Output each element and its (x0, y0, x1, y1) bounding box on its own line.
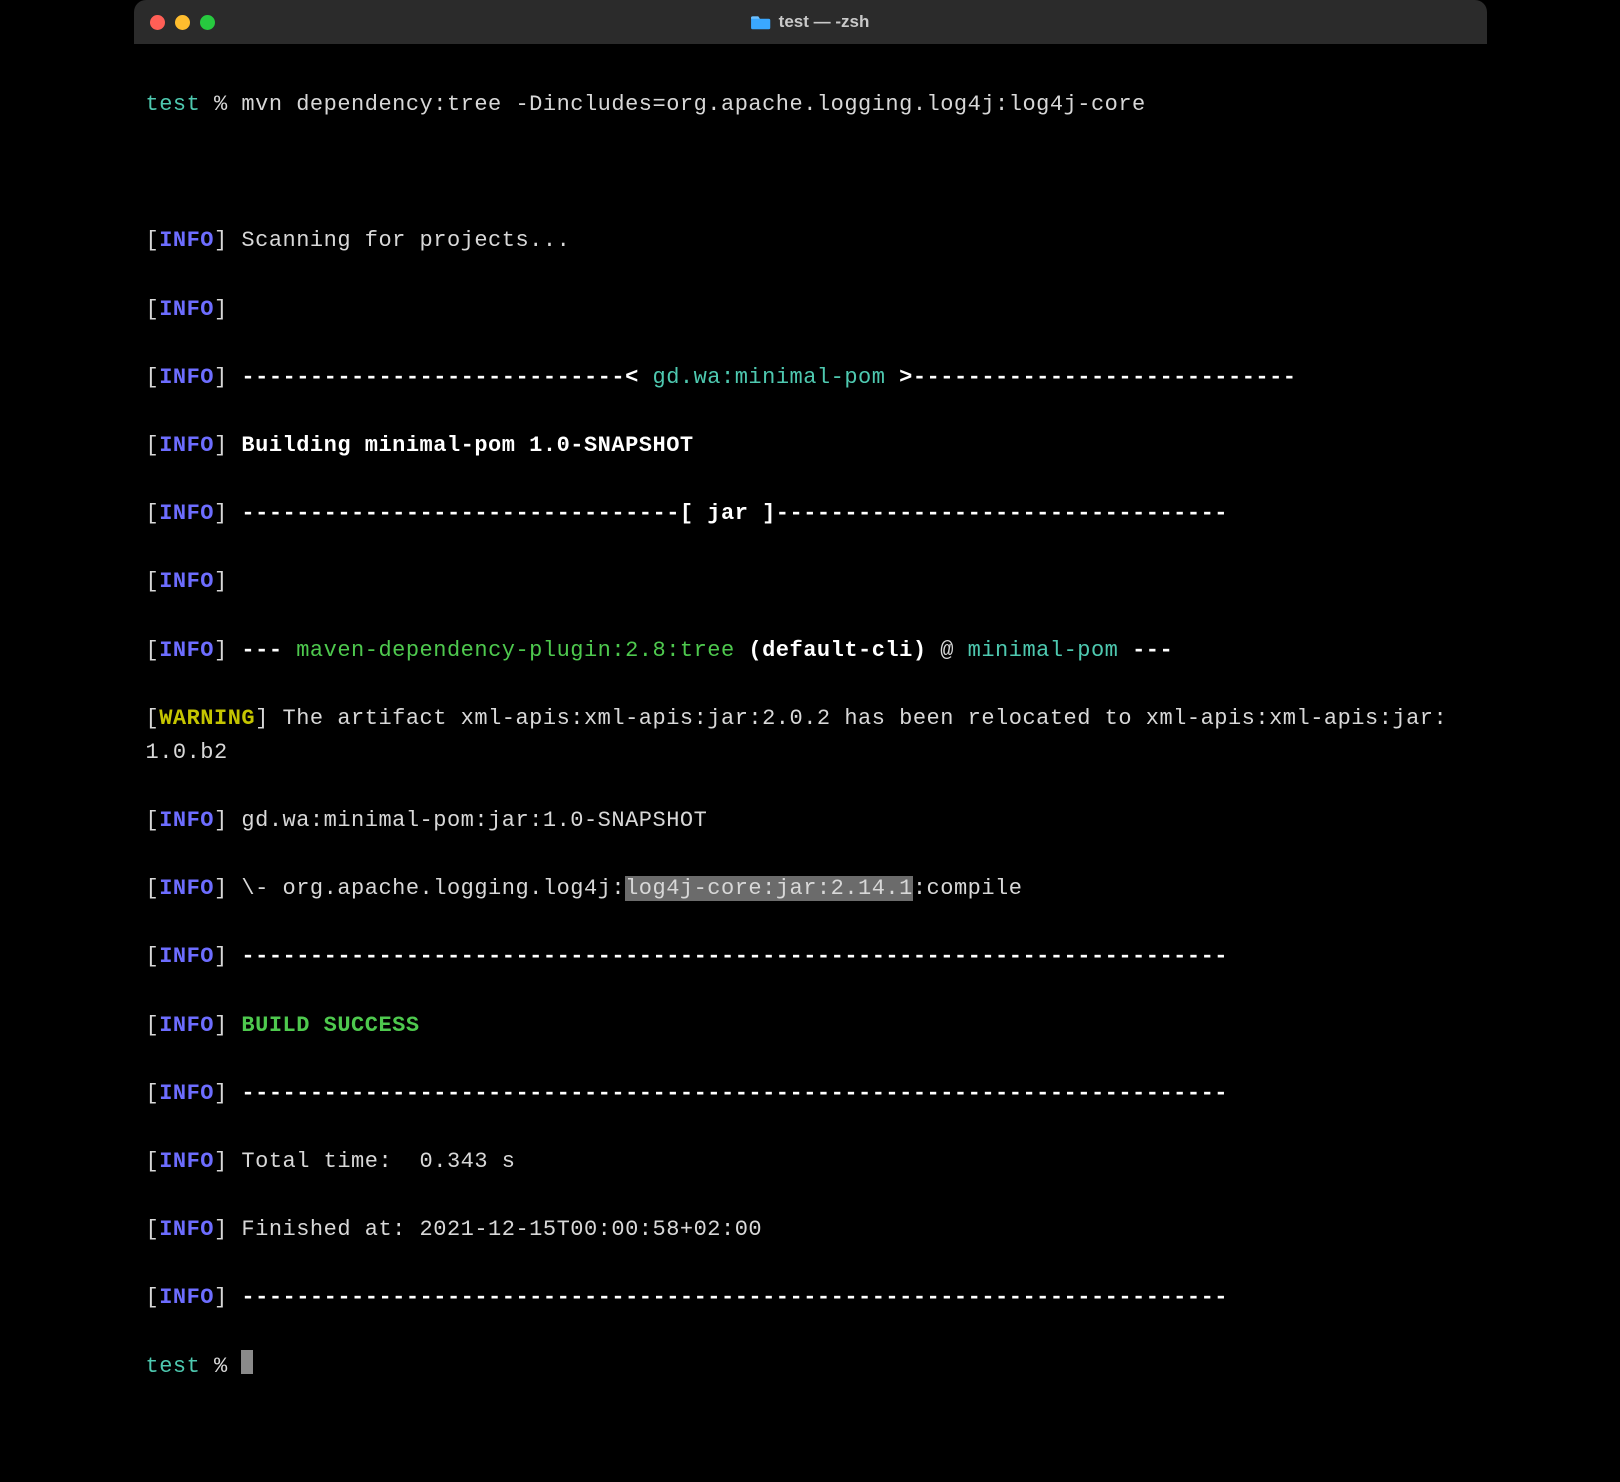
build-success: BUILD SUCCESS (241, 1013, 419, 1038)
info-tag: INFO (159, 1081, 214, 1106)
output-line: [WARNING] The artifact xml-apis:xml-apis… (146, 702, 1475, 770)
blank-line (146, 156, 1475, 190)
output-line: [INFO] BUILD SUCCESS (146, 1009, 1475, 1043)
plugin-name: maven-dependency-plugin:2.8:tree (296, 638, 734, 663)
total-time: Total time: 0.343 s (241, 1149, 515, 1174)
info-tag: INFO (159, 433, 214, 458)
output-line: [INFO] --- maven-dependency-plugin:2.8:t… (146, 634, 1475, 668)
info-tag: INFO (159, 876, 214, 901)
titlebar-title: test — -zsh (751, 12, 870, 32)
tree-root: gd.wa:minimal-pom:jar:1.0-SNAPSHOT (241, 808, 707, 833)
warning-text: The artifact xml-apis:xml-apis:jar:2.0.2… (146, 706, 1448, 765)
output-line: [INFO] \- org.apache.logging.log4j:log4j… (146, 872, 1475, 906)
window-title-text: test — -zsh (779, 12, 870, 32)
cursor (241, 1350, 253, 1374)
plugin-goal: (default-cli) (735, 638, 927, 663)
tree-child-post: :compile (913, 876, 1023, 901)
plugin-at: @ (927, 638, 968, 663)
scan-text: Scanning for projects... (241, 228, 570, 253)
output-line: [INFO] --------------------------------[… (146, 497, 1475, 531)
output-line: [INFO] gd.wa:minimal-pom:jar:1.0-SNAPSHO… (146, 804, 1475, 838)
prompt-symbol: % (214, 1354, 228, 1379)
info-tag: INFO (159, 638, 214, 663)
info-tag: INFO (159, 1149, 214, 1174)
info-tag: INFO (159, 228, 214, 253)
traffic-lights (150, 15, 215, 30)
command-text: mvn dependency:tree -Dincludes=org.apach… (241, 92, 1145, 117)
output-line: [INFO] Building minimal-pom 1.0-SNAPSHOT (146, 429, 1475, 463)
output-line: [INFO] Scanning for projects... (146, 224, 1475, 258)
folder-icon (751, 14, 771, 30)
jar-rule: --------------------------------[ jar ]-… (241, 501, 1228, 526)
tree-child-pre: \- org.apache.logging.log4j: (241, 876, 625, 901)
info-tag: INFO (159, 808, 214, 833)
output-line: [INFO] Total time: 0.343 s (146, 1145, 1475, 1179)
close-button[interactable] (150, 15, 165, 30)
info-tag: INFO (159, 365, 214, 390)
titlebar: test — -zsh (134, 0, 1487, 44)
plugin-dashes-end: --- (1118, 638, 1173, 663)
prompt-dir: test (146, 1354, 201, 1379)
output-line: [INFO] (146, 293, 1475, 327)
prompt-line: test % mvn dependency:tree -Dincludes=or… (146, 88, 1475, 122)
output-line: [INFO] (146, 565, 1475, 599)
prompt-dir: test (146, 92, 201, 117)
info-tag: INFO (159, 1013, 214, 1038)
project-coords: gd.wa:minimal-pom (653, 365, 886, 390)
fullscreen-button[interactable] (200, 15, 215, 30)
output-line: [INFO] ----------------------------< gd.… (146, 361, 1475, 395)
terminal-body[interactable]: test % mvn dependency:tree -Dincludes=or… (134, 44, 1487, 1482)
plugin-dashes: --- (241, 638, 296, 663)
prompt-symbol: % (214, 92, 228, 117)
warning-tag: WARNING (159, 706, 255, 731)
highlighted-dependency: log4j-core:jar:2.14.1 (625, 876, 913, 901)
output-line: [INFO] Finished at: 2021-12-15T00:00:58+… (146, 1213, 1475, 1247)
minimize-button[interactable] (175, 15, 190, 30)
info-tag: INFO (159, 944, 214, 969)
rule: ----------------------------------------… (241, 1081, 1228, 1106)
output-line: [INFO] ---------------------------------… (146, 940, 1475, 974)
rule-right: >---------------------------- (885, 365, 1296, 390)
info-tag: INFO (159, 569, 214, 594)
rule: ----------------------------------------… (241, 1285, 1228, 1310)
finished-at: Finished at: 2021-12-15T00:00:58+02:00 (241, 1217, 762, 1242)
info-tag: INFO (159, 1285, 214, 1310)
terminal-window: test — -zsh test % mvn dependency:tree -… (134, 0, 1487, 1482)
prompt-line: test % (146, 1350, 1475, 1384)
plugin-project: minimal-pom (968, 638, 1119, 663)
info-tag: INFO (159, 1217, 214, 1242)
info-tag: INFO (159, 297, 214, 322)
output-line: [INFO] ---------------------------------… (146, 1077, 1475, 1111)
info-tag: INFO (159, 501, 214, 526)
building-text: Building minimal-pom 1.0-SNAPSHOT (241, 433, 693, 458)
output-line: [INFO] ---------------------------------… (146, 1281, 1475, 1315)
rule-left: ----------------------------< (241, 365, 652, 390)
rule: ----------------------------------------… (241, 944, 1228, 969)
